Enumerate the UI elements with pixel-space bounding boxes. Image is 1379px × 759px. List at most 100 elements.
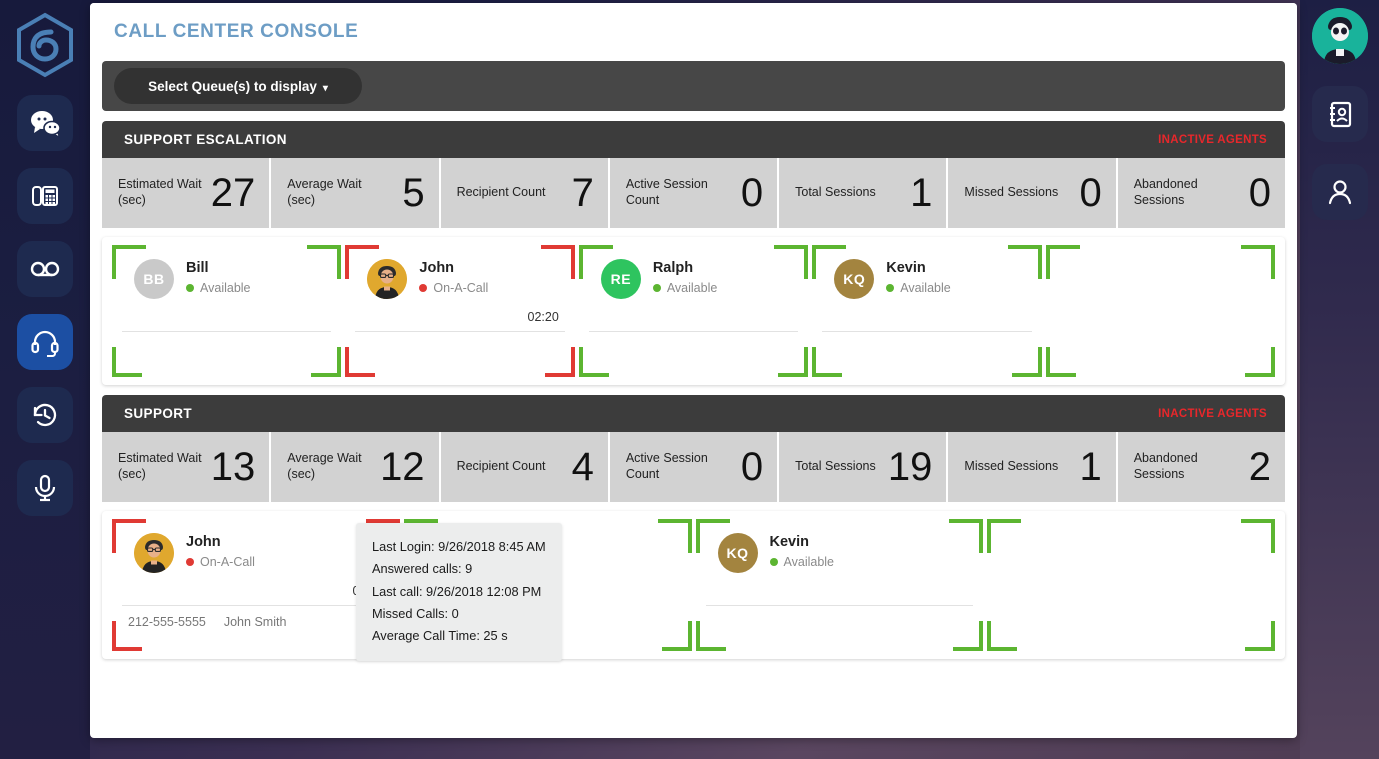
card-corner-bracket xyxy=(812,347,843,377)
stat-value: 19 xyxy=(887,445,933,489)
agent-identity: RE Ralph Available xyxy=(593,259,794,299)
sidebar-item-call-center[interactable] xyxy=(17,314,73,370)
status-text: Available xyxy=(783,555,835,569)
status-dot-icon xyxy=(886,284,895,292)
stat-total-sessions: Total Sessions 19 xyxy=(779,432,949,502)
queue-name: SUPPORT ESCALATION xyxy=(124,132,287,147)
avatar-photo-icon xyxy=(367,259,408,299)
sidebar-item-chat[interactable] xyxy=(17,95,73,151)
stat-estimated-wait: Estimated Wait (sec) 27 xyxy=(102,158,272,228)
call-history-icon xyxy=(33,403,57,427)
status-badge: Available xyxy=(886,281,951,295)
card-corner-bracket xyxy=(311,347,342,377)
agent-card[interactable]: KQ Kevin Available xyxy=(812,245,1043,377)
stat-value: 0 xyxy=(1079,171,1102,215)
inactive-agents-link[interactable]: INACTIVE AGENTS xyxy=(1158,134,1267,146)
stat-value: 7 xyxy=(571,171,594,215)
status-badge: Available xyxy=(652,281,718,295)
agent-meta: John On-A-Call xyxy=(186,533,255,569)
brand-hex-logo xyxy=(13,12,77,78)
active-call-info: 212-555-5555 John Smith xyxy=(128,615,286,629)
stat-value: 2 xyxy=(1248,445,1271,489)
status-text: On-A-Call xyxy=(200,555,255,569)
card-divider xyxy=(822,331,1032,332)
stat-active-session-count: Active Session Count 0 xyxy=(610,158,780,228)
agent-name: Bill xyxy=(186,260,209,276)
card-corner-bracket xyxy=(695,621,726,651)
stat-label: Average Wait (sec) xyxy=(287,177,362,207)
card-corner-bracket xyxy=(1045,347,1076,377)
agent-details-tooltip: Last Login: 9/26/2018 8:45 AM Answered ca… xyxy=(356,523,562,662)
caller-phone-number: 212-555-5555 xyxy=(128,615,206,629)
agent-name: John xyxy=(186,534,221,550)
agent-identity: KQ Kevin Available xyxy=(710,533,970,573)
tooltip-line-missed-calls: Missed Calls: 0 xyxy=(372,605,459,621)
window-header: CALL CENTER CONSOLE xyxy=(90,3,1297,61)
right-sidebar-item-contacts[interactable] xyxy=(1311,86,1368,142)
status-badge: Available xyxy=(769,555,835,569)
agent-identity: John On-A-Call xyxy=(126,533,386,573)
select-queues-button[interactable]: Select Queue(s) to display ▾ xyxy=(114,68,362,104)
queue-panel: SUPPORT ESCALATION INACTIVE AGENTS Estimat… xyxy=(102,121,1285,385)
status-text: On-A-Call xyxy=(433,281,489,295)
agent-card[interactable]: BB Bill Available xyxy=(112,245,342,377)
avatar: KQ xyxy=(717,533,758,573)
status-text: Available xyxy=(200,281,251,295)
agent-card[interactable]: John On-A-Call 02:20 xyxy=(345,245,576,377)
desk-phone-icon xyxy=(32,186,58,206)
card-corner-bracket xyxy=(345,347,376,377)
sidebar-item-voicemail[interactable] xyxy=(17,241,73,297)
sidebar-item-history[interactable] xyxy=(17,387,73,443)
window-body: Select Queue(s) to display ▾ SUPPORT ESCA… xyxy=(90,61,1297,662)
queue-name: SUPPORT xyxy=(124,406,193,421)
avatar: KQ xyxy=(834,259,875,299)
inactive-agents-link[interactable]: INACTIVE AGENTS xyxy=(1158,408,1267,420)
agent-meta: Bill Available xyxy=(186,259,251,295)
right-sidebar-item-profile[interactable] xyxy=(1311,164,1368,220)
stat-recipient-count: Recipient Count 4 xyxy=(441,432,610,502)
queue-panel-list: SUPPORT ESCALATION INACTIVE AGENTS Estimat… xyxy=(102,121,1285,662)
status-text: Available xyxy=(900,281,951,295)
stat-label: Active Session Count xyxy=(625,451,708,481)
stat-label: Recipient Count xyxy=(456,459,546,474)
status-text: Available xyxy=(666,281,718,295)
agent-meta: Ralph Available xyxy=(652,259,718,295)
stat-value: 1 xyxy=(1079,445,1102,489)
card-corner-bracket xyxy=(578,347,609,377)
agent-card[interactable]: RE Ralph Available xyxy=(578,245,809,377)
tooltip-line-last-call: Last call: 9/26/2018 12:08 PM xyxy=(372,583,542,599)
agent-card[interactable] xyxy=(1045,245,1276,377)
stat-recipient-count: Recipient Count 7 xyxy=(441,158,610,228)
tooltip-line-answered-calls: Answered calls: 9 xyxy=(372,561,473,577)
stat-abandoned-sessions: Abandoned Sessions 0 xyxy=(1118,158,1285,228)
card-corner-bracket xyxy=(987,621,1018,651)
agent-card-grid: JohnOn-A-Call02:20212-555-5555John Smith… xyxy=(102,511,1285,662)
sidebar-item-recordings[interactable] xyxy=(17,460,73,516)
agent-card[interactable] xyxy=(987,519,1275,651)
status-dot-icon xyxy=(769,558,778,566)
stat-label: Total Sessions xyxy=(795,459,876,474)
tooltip-line-last-login: Last Login: 9/26/2018 8:45 AM xyxy=(372,539,546,554)
sidebar-item-phone[interactable] xyxy=(17,168,73,224)
stat-value: 4 xyxy=(571,445,594,489)
headset-icon xyxy=(31,330,59,357)
agent-card[interactable]: KQ Kevin Available xyxy=(695,519,984,651)
stat-value: 0 xyxy=(740,445,764,489)
card-divider xyxy=(705,605,974,606)
microphone-icon xyxy=(34,474,56,502)
chat-bubbles-icon xyxy=(31,111,61,139)
status-badge: On-A-Call xyxy=(419,281,488,295)
select-queues-label: Select Queue(s) to display xyxy=(148,78,317,94)
avatar: RE xyxy=(600,259,641,299)
stat-label: Missed Sessions xyxy=(964,459,1059,474)
agent-identity: BB Bill Available xyxy=(126,259,327,299)
avatar xyxy=(367,259,408,299)
stat-value: 1 xyxy=(910,171,933,215)
status-badge: Available xyxy=(186,281,251,295)
agent-meta: Kevin Available xyxy=(769,533,835,569)
card-corner-bracket xyxy=(1011,347,1042,377)
queue-selector-bar: Select Queue(s) to display ▾ xyxy=(102,61,1285,111)
user-avatar[interactable] xyxy=(1311,8,1368,64)
card-divider xyxy=(355,331,565,332)
left-navigation-rail xyxy=(0,0,90,759)
